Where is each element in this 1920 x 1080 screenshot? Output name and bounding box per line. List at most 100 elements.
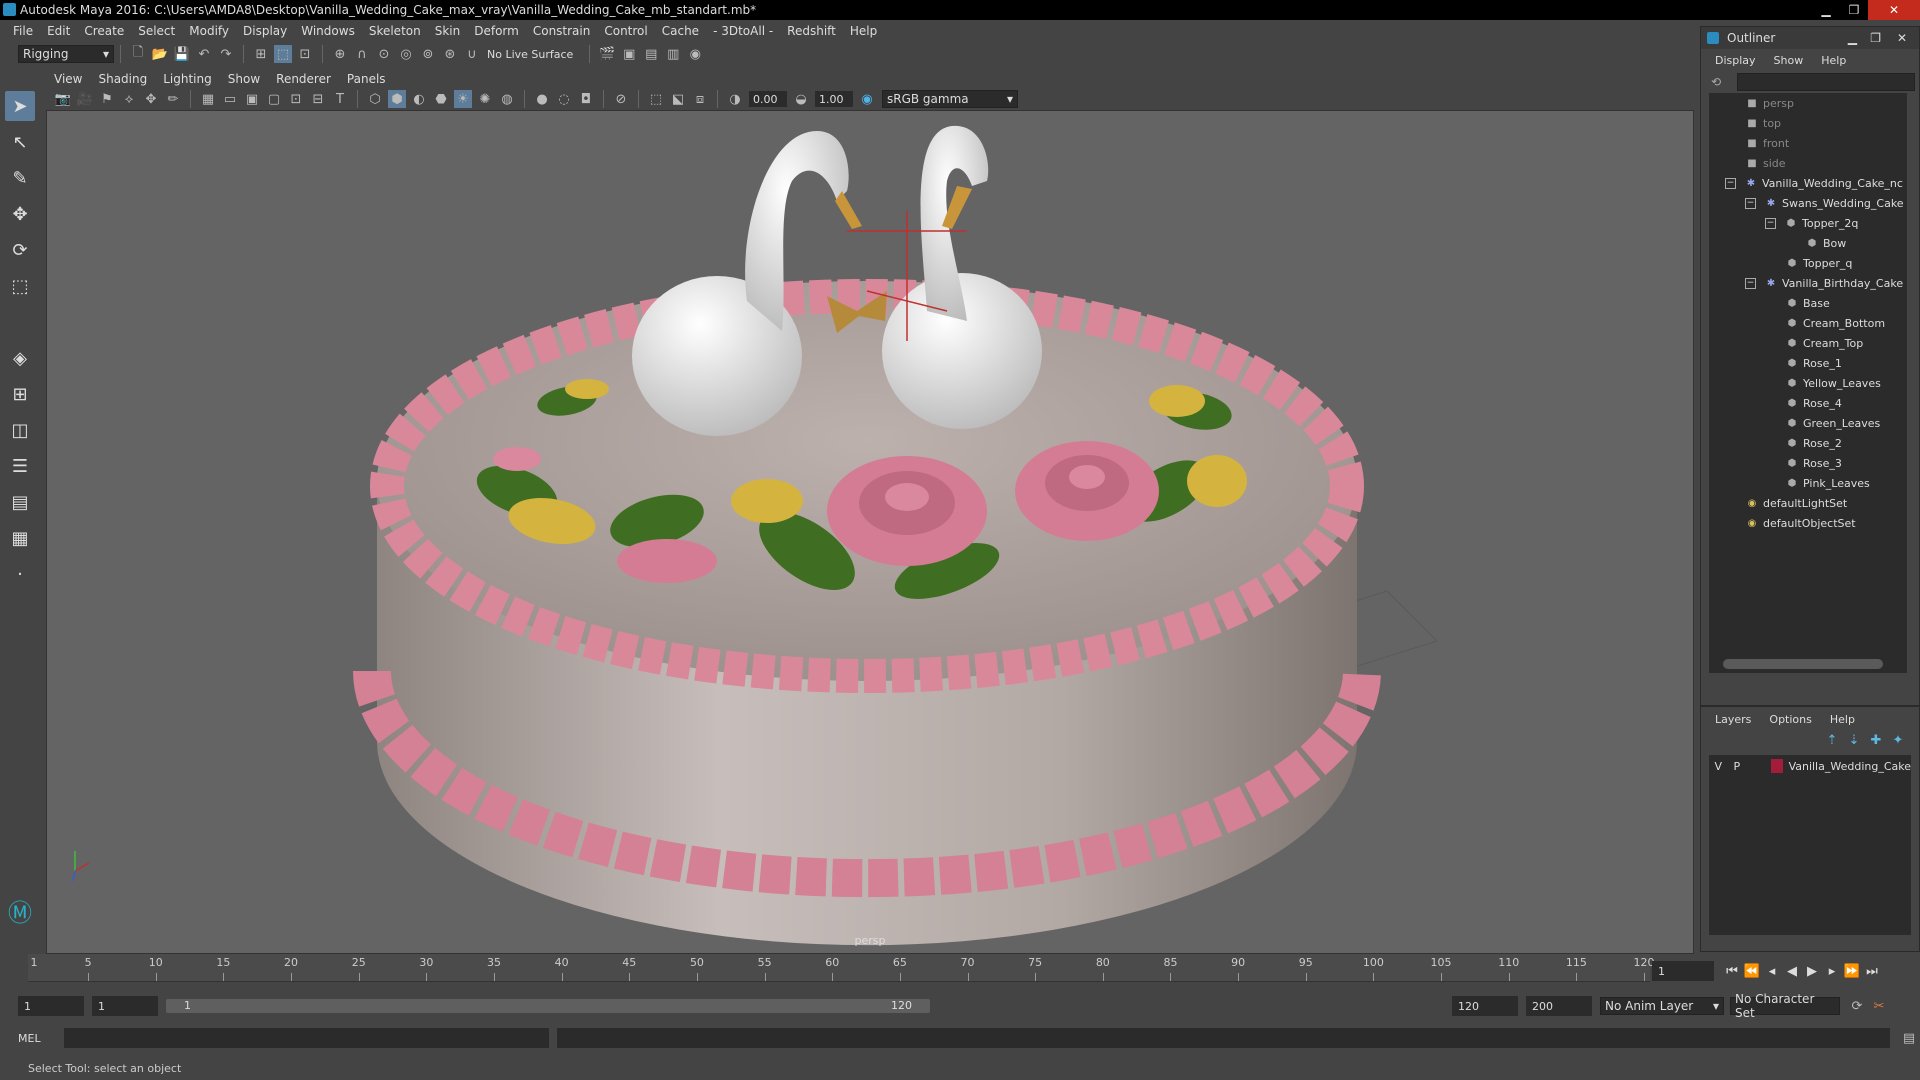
command-input[interactable] — [63, 1028, 549, 1048]
tree-item-vanilla-birthday-cake[interactable]: − ✱ Vanilla_Birthday_Cake — [1709, 273, 1907, 293]
menu-select[interactable]: Select — [131, 24, 182, 38]
redo-icon[interactable]: ↷ — [217, 45, 235, 63]
safe-action-icon[interactable]: ⊟ — [309, 90, 327, 108]
menu-help[interactable]: Help — [843, 24, 884, 38]
tree-item-default-light-set[interactable]: ◉ defaultLightSet — [1709, 493, 1907, 513]
outliner-menu-help[interactable]: Help — [1821, 54, 1846, 67]
panel-maximize-icon[interactable]: ❐ — [1870, 31, 1881, 45]
layer-color-swatch[interactable] — [1770, 759, 1783, 773]
snap-grid-icon[interactable]: ⊕ — [331, 45, 349, 63]
layer-row[interactable]: V P Vanilla_Wedding_Cake — [1709, 755, 1911, 777]
tree-item-yellow-leaves[interactable]: ⬢ Yellow_Leaves — [1709, 373, 1907, 393]
outliner-menu-show[interactable]: Show — [1774, 54, 1804, 67]
refresh-icon[interactable]: ⟲ — [1711, 75, 1721, 89]
script-editor-icon[interactable]: ▤ — [1900, 1029, 1918, 1047]
menu-edit[interactable]: Edit — [40, 24, 77, 38]
tree-item-rose-4[interactable]: ⬢ Rose_4 — [1709, 393, 1907, 413]
select-component-icon[interactable]: ⊡ — [296, 45, 314, 63]
current-frame-field[interactable]: 1 — [1652, 961, 1714, 981]
image-plane-icon[interactable]: ⟡ — [120, 90, 138, 108]
new-scene-icon[interactable]: 🗋 — [129, 45, 147, 63]
tree-item-swans-wedding-cake[interactable]: − ✱ Swans_Wedding_Cake — [1709, 193, 1907, 213]
render-view-icon[interactable]: ▥ — [664, 45, 682, 63]
open-scene-icon[interactable]: 📂 — [151, 45, 169, 63]
layer-visibility-toggle[interactable]: V — [1709, 760, 1728, 773]
menu-redshift[interactable]: Redshift — [780, 24, 843, 38]
new-layer-icon[interactable]: ✚ — [1867, 731, 1885, 749]
outliner-menu-display[interactable]: Display — [1715, 54, 1756, 67]
tree-item-cream-bottom[interactable]: ⬢ Cream_Bottom — [1709, 313, 1907, 333]
menu-windows[interactable]: Windows — [294, 24, 362, 38]
anim-layer-dropdown[interactable]: No Anim Layer ▾ — [1600, 997, 1724, 1015]
lasso-tool-icon[interactable]: ↖ — [5, 127, 35, 157]
panel-menu-view[interactable]: View — [46, 72, 90, 86]
safe-title-icon[interactable]: T — [331, 90, 349, 108]
textured-icon[interactable]: ⬣ — [432, 90, 450, 108]
field-chart-icon[interactable]: ⊡ — [287, 90, 305, 108]
panel-menu-lighting[interactable]: Lighting — [155, 72, 220, 86]
menu-set-dropdown[interactable]: Rigging ▾ — [18, 45, 114, 63]
color-management-icon[interactable]: ◉ — [858, 90, 876, 108]
undo-icon[interactable]: ↶ — [195, 45, 213, 63]
hypershade-layout-icon[interactable]: ▦ — [5, 523, 35, 553]
isolate-select-icon[interactable]: ⊘ — [612, 90, 630, 108]
panel-menu-panels[interactable]: Panels — [339, 72, 394, 86]
screen-space-ao-icon[interactable]: ◍ — [498, 90, 516, 108]
step-forward-key-icon[interactable]: ⏩ — [1842, 964, 1862, 979]
play-forward-icon[interactable]: ▶ — [1802, 964, 1822, 979]
exposure-field[interactable]: 0.00 — [749, 91, 787, 107]
layer-menu-layers[interactable]: Layers — [1715, 713, 1751, 726]
render-settings-icon[interactable]: 🎬 — [598, 45, 616, 63]
film-gate-icon[interactable]: ▭ — [221, 90, 239, 108]
outliner-horizontal-scrollbar[interactable] — [1723, 659, 1883, 669]
menu-3dtoall[interactable]: - 3DtoAll - — [706, 24, 780, 38]
step-back-key-icon[interactable]: ⏪ — [1742, 964, 1762, 979]
go-to-start-icon[interactable]: ⏮ — [1722, 964, 1742, 979]
gamma-icon[interactable]: ◒ — [792, 90, 810, 108]
menu-cache[interactable]: Cache — [655, 24, 706, 38]
menu-skin[interactable]: Skin — [428, 24, 468, 38]
collapse-icon[interactable]: − — [1725, 177, 1736, 189]
render-frame-icon[interactable]: ▣ — [620, 45, 638, 63]
tree-item-rose-1[interactable]: ⬢ Rose_1 — [1709, 353, 1907, 373]
move-layer-up-icon[interactable]: ⇡ — [1823, 731, 1841, 749]
use-all-lights-icon[interactable]: ☀ — [454, 90, 472, 108]
side-by-side-icon[interactable]: ◫ — [5, 415, 35, 445]
ipr-render-icon[interactable]: ▤ — [642, 45, 660, 63]
motion-blur-icon[interactable]: ● — [533, 90, 551, 108]
time-slider[interactable]: 1 5 10 15 20 25 30 35 40 45 50 55 60 65 70 75 80 85 90 95 1… — [18, 954, 1655, 988]
panel-menu-renderer[interactable]: Renderer — [268, 72, 339, 86]
2d-pan-icon[interactable]: ✥ — [142, 90, 160, 108]
xray-joints-icon[interactable]: ⬕ — [669, 90, 687, 108]
step-forward-frame-icon[interactable]: ▸ — [1822, 964, 1842, 979]
resolution-gate-icon[interactable]: ▣ — [243, 90, 261, 108]
tree-item-persp[interactable]: ■ persp — [1709, 93, 1907, 113]
menu-deform[interactable]: Deform — [467, 24, 526, 38]
scene-start-field[interactable]: 1 — [18, 996, 84, 1016]
backface-icon[interactable]: ⧈ — [691, 90, 709, 108]
menu-skeleton[interactable]: Skeleton — [362, 24, 428, 38]
tree-item-rose-2[interactable]: ⬢ Rose_2 — [1709, 433, 1907, 453]
paint-select-icon[interactable]: ✎ — [5, 163, 35, 193]
tree-item-green-leaves[interactable]: ⬢ Green_Leaves — [1709, 413, 1907, 433]
panel-menu-show[interactable]: Show — [220, 72, 268, 86]
wireframe-icon[interactable]: ⬡ — [366, 90, 384, 108]
minimize-icon[interactable]: ▁ — [1812, 0, 1840, 20]
move-tool-icon[interactable]: ✥ — [5, 199, 35, 229]
multisample-icon[interactable]: ◌ — [555, 90, 573, 108]
tree-item-default-object-set[interactable]: ◉ defaultObjectSet — [1709, 513, 1907, 533]
collapse-icon[interactable]: − — [1745, 197, 1756, 209]
tree-item-front[interactable]: ■ front — [1709, 133, 1907, 153]
magnet-icon[interactable]: ∪ — [463, 45, 481, 63]
hypershade-icon[interactable]: ◉ — [686, 45, 704, 63]
rotate-tool-icon[interactable]: ⟳ — [5, 235, 35, 265]
tree-item-vanilla-wedding-cake[interactable]: − ✱ Vanilla_Wedding_Cake_nc — [1709, 173, 1907, 193]
view-transform-dropdown[interactable]: sRGB gamma ▾ — [882, 90, 1018, 108]
perspective-viewport[interactable]: persp — [46, 110, 1694, 954]
tree-item-cream-top[interactable]: ⬢ Cream_Top — [1709, 333, 1907, 353]
exposure-icon[interactable]: ◑ — [726, 90, 744, 108]
tree-item-bow[interactable]: ⬢ Bow — [1709, 233, 1907, 253]
command-language-label[interactable]: MEL — [18, 1032, 64, 1045]
scale-tool-icon[interactable]: ⬚ — [5, 271, 35, 301]
save-scene-icon[interactable]: 💾 — [173, 45, 191, 63]
